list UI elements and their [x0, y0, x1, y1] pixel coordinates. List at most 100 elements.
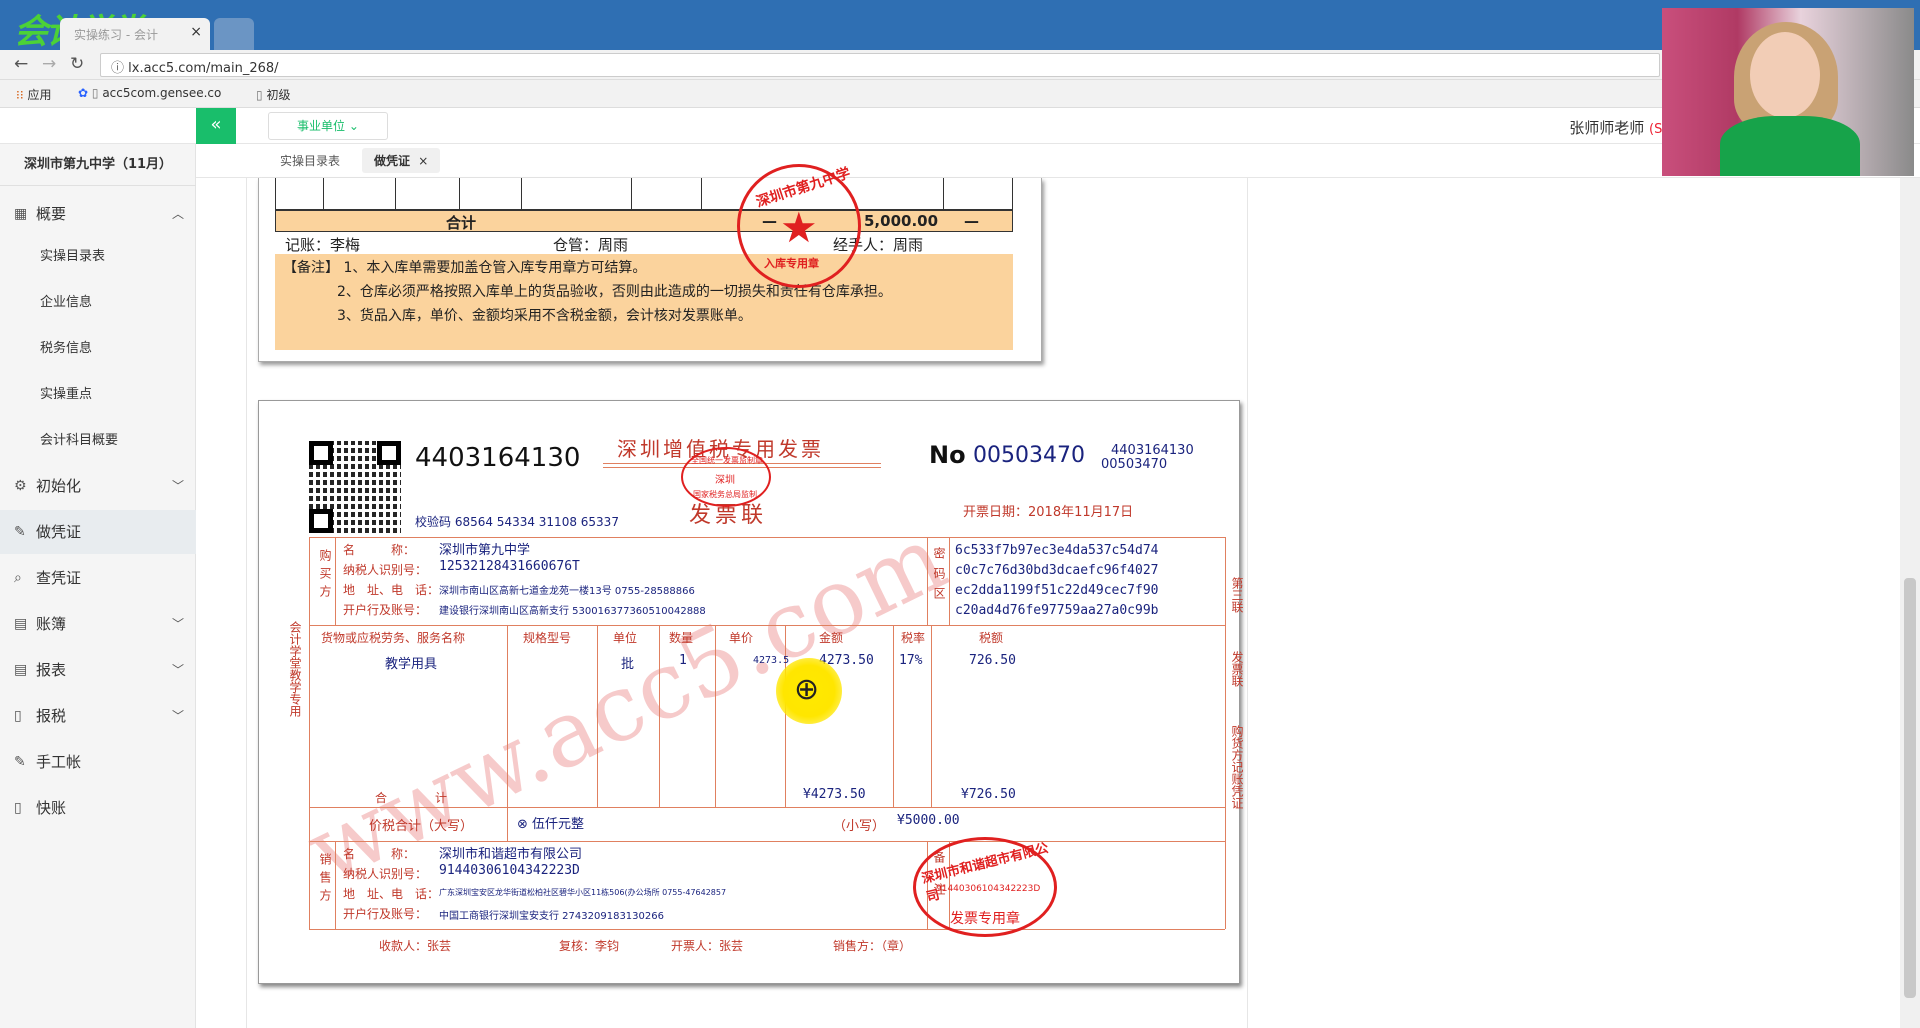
sidebar-item-make-voucher[interactable]: ✎ 做凭证 [0, 510, 196, 554]
seller-tax-label: 纳税人识别号： [343, 867, 428, 881]
col-divider [323, 178, 324, 210]
col-header-unit: 单位 [613, 631, 638, 645]
total-lower-label: （小写） [833, 819, 886, 834]
cipher-line: c0c7c76d30bd3dcaefc96f4027 [955, 563, 1159, 578]
webcam-person-body [1720, 116, 1860, 176]
grid-line [309, 625, 1225, 626]
seller-address: 广东深圳宝安区龙华街道松柏社区碧华小区11栋506(办公场所 0755-4764… [439, 888, 727, 897]
grid-line [949, 537, 950, 625]
sum-tax: ¥726.50 [961, 787, 1016, 802]
qr-corner [309, 509, 333, 533]
chevron-up-icon: ︿ [171, 207, 184, 221]
pen-icon: ✎ [14, 754, 26, 770]
back-arrow-icon[interactable]: ← [14, 54, 28, 74]
apps-grid-icon: ⁝⁝ [16, 88, 24, 102]
receipt-row [275, 178, 1013, 210]
forward-arrow-icon[interactable]: → [42, 54, 56, 74]
col-divider [395, 178, 396, 210]
zoom-cursor[interactable]: ⊕ [776, 658, 842, 724]
invoice-no-label: No [929, 441, 966, 469]
sidebar-item-overview[interactable]: ▦ 概要 ︿ [0, 192, 196, 236]
sidebar-item-ledger[interactable]: ▤ 账簿 ﹀ [0, 602, 196, 646]
warehouse-keeper: 仓管：周雨 [553, 236, 629, 254]
item-price: 4273.5 [753, 655, 790, 666]
seal-text: 国家税务总局监制 [693, 490, 757, 499]
buyer-tax-label: 纳税人识别号： [343, 563, 428, 577]
seal-text: 全国统一发票监制章 [691, 456, 763, 465]
warehouse-stamp: 深圳市第九中学 ★ 入库专用章 [737, 164, 861, 288]
bookkeeper: 记账：李梅 [285, 236, 361, 254]
new-tab-button[interactable] [214, 18, 254, 50]
invoice-number: 00503470 [973, 443, 1085, 468]
page-icon: ▯ [91, 86, 99, 100]
grid-line [1225, 537, 1226, 929]
unit-type-select[interactable]: 事业单位 ⌄ [268, 112, 388, 140]
issue-date: 开票日期：2018年11月17日 [963, 505, 1134, 520]
sidebar-item-label: 查凭证 [36, 569, 82, 587]
sidebar-item-label: 做凭证 [36, 523, 82, 541]
info-icon: ⓘ [111, 61, 129, 76]
sidebar-sub-accounts[interactable]: 会计科目概要 [0, 418, 196, 464]
close-icon[interactable]: × [190, 24, 202, 40]
grid-line [309, 537, 310, 929]
receipt-total-row: 合计 — 5,000.00 — [275, 210, 1013, 232]
tab-catalog[interactable]: 实操目录表 [280, 152, 340, 169]
bookmark-chuji[interactable]: ▯ 初级 [256, 86, 290, 103]
receipt-notes: 【备注】 1、本入库单需要加盖仓管入库专用章方可结算。 2、仓库必须严格按照入库… [275, 254, 1013, 350]
chevron-down-icon: ⌄ [348, 119, 359, 133]
reload-icon[interactable]: ↻ [70, 54, 84, 74]
grid-line [335, 537, 336, 625]
close-icon[interactable]: × [418, 154, 428, 168]
col-divider [701, 178, 702, 210]
browser-tab[interactable]: 实操练习 - 会计 × [60, 18, 210, 50]
bookmarks-bar: ⁝⁝ 应用 ✿ ▯ acc5com.gensee.co ▯ 初级 [0, 80, 1920, 108]
buyer-addr-label: 地 址、电 话： [343, 583, 440, 597]
col-divider [459, 178, 460, 210]
item-unit: 批 [621, 657, 635, 672]
sidebar-sub-company[interactable]: 企业信息 [0, 280, 196, 326]
total-lower: ¥5000.00 [897, 813, 960, 828]
chevron-down-icon: ﹀ [171, 617, 184, 631]
bookmark-label: acc5com.gensee.co [102, 86, 222, 100]
sidebar-item-query-voucher[interactable]: ⌕ 查凭证 [0, 556, 196, 600]
bookmark-apps[interactable]: ⁝⁝ 应用 [16, 86, 51, 103]
right-vertical-label: 发票联 [1230, 651, 1244, 687]
sidebar-item-label: 手工帐 [36, 753, 82, 771]
grid-line [785, 625, 786, 807]
sidebar-item-label: 概要 [36, 205, 67, 223]
col-divider [631, 178, 632, 210]
sidebar-item-report[interactable]: ▤ 报表 ﹀ [0, 648, 196, 692]
grid-line [309, 537, 1225, 538]
collapse-sidebar-button[interactable]: « [196, 108, 236, 144]
col-header-spec: 规格型号 [523, 631, 572, 645]
blank-panel [1248, 178, 1900, 1028]
url-input[interactable]: ⓘ lx.acc5.com/main_268/ [100, 53, 1660, 77]
vertical-scrollbar[interactable] [1900, 178, 1920, 1028]
sum-label: 合 计 [375, 791, 448, 805]
sum-amount: ¥4273.50 [803, 787, 866, 802]
sidebar-sub-catalog[interactable]: 实操目录表 [0, 234, 196, 280]
grid-line [309, 929, 1225, 930]
scrollbar-thumb[interactable] [1904, 578, 1916, 998]
star-icon: ★ [780, 203, 818, 252]
stamp-text: 入库专用章 [764, 257, 819, 270]
url-text: lx.acc5.com/main_268/ [128, 61, 279, 76]
user-name: 张师师老师 [1569, 119, 1645, 137]
bookmark-gensee[interactable]: ✿ ▯ acc5com.gensee.co [78, 86, 221, 100]
buyer-bank: 建设银行深圳南山区高新支行 530016377360510042888 [439, 606, 706, 617]
col-header-qty: 数量 [669, 631, 694, 645]
sidebar-item-manual-ledger[interactable]: ✎ 手工帐 [0, 740, 196, 784]
drawer: 开票人：张芸 [671, 939, 744, 953]
col-header-goods: 货物或应税劳务、服务名称 [321, 631, 466, 645]
sidebar-item-quick-ledger[interactable]: ▯ 快账 [0, 786, 196, 830]
sidebar-item-tax-filing[interactable]: ▯ 报税 ﹀ [0, 694, 196, 738]
note-line: 3、货品入库，单价、金额均采用不含税金额，会计核对发票账单。 [337, 308, 752, 324]
book-icon: ▤ [14, 616, 28, 632]
qr-corner [309, 441, 333, 465]
sidebar-sub-tax[interactable]: 税务信息 [0, 326, 196, 372]
chevron-down-icon: ﹀ [171, 479, 184, 493]
tab-make-voucher[interactable]: 做凭证 × [362, 148, 441, 173]
check-code: 校验码 68564 54334 31108 65337 [415, 515, 619, 529]
sidebar-sub-keypoints[interactable]: 实操重点 [0, 372, 196, 418]
sidebar-item-init[interactable]: ⚙ 初始化 ﹀ [0, 464, 196, 508]
